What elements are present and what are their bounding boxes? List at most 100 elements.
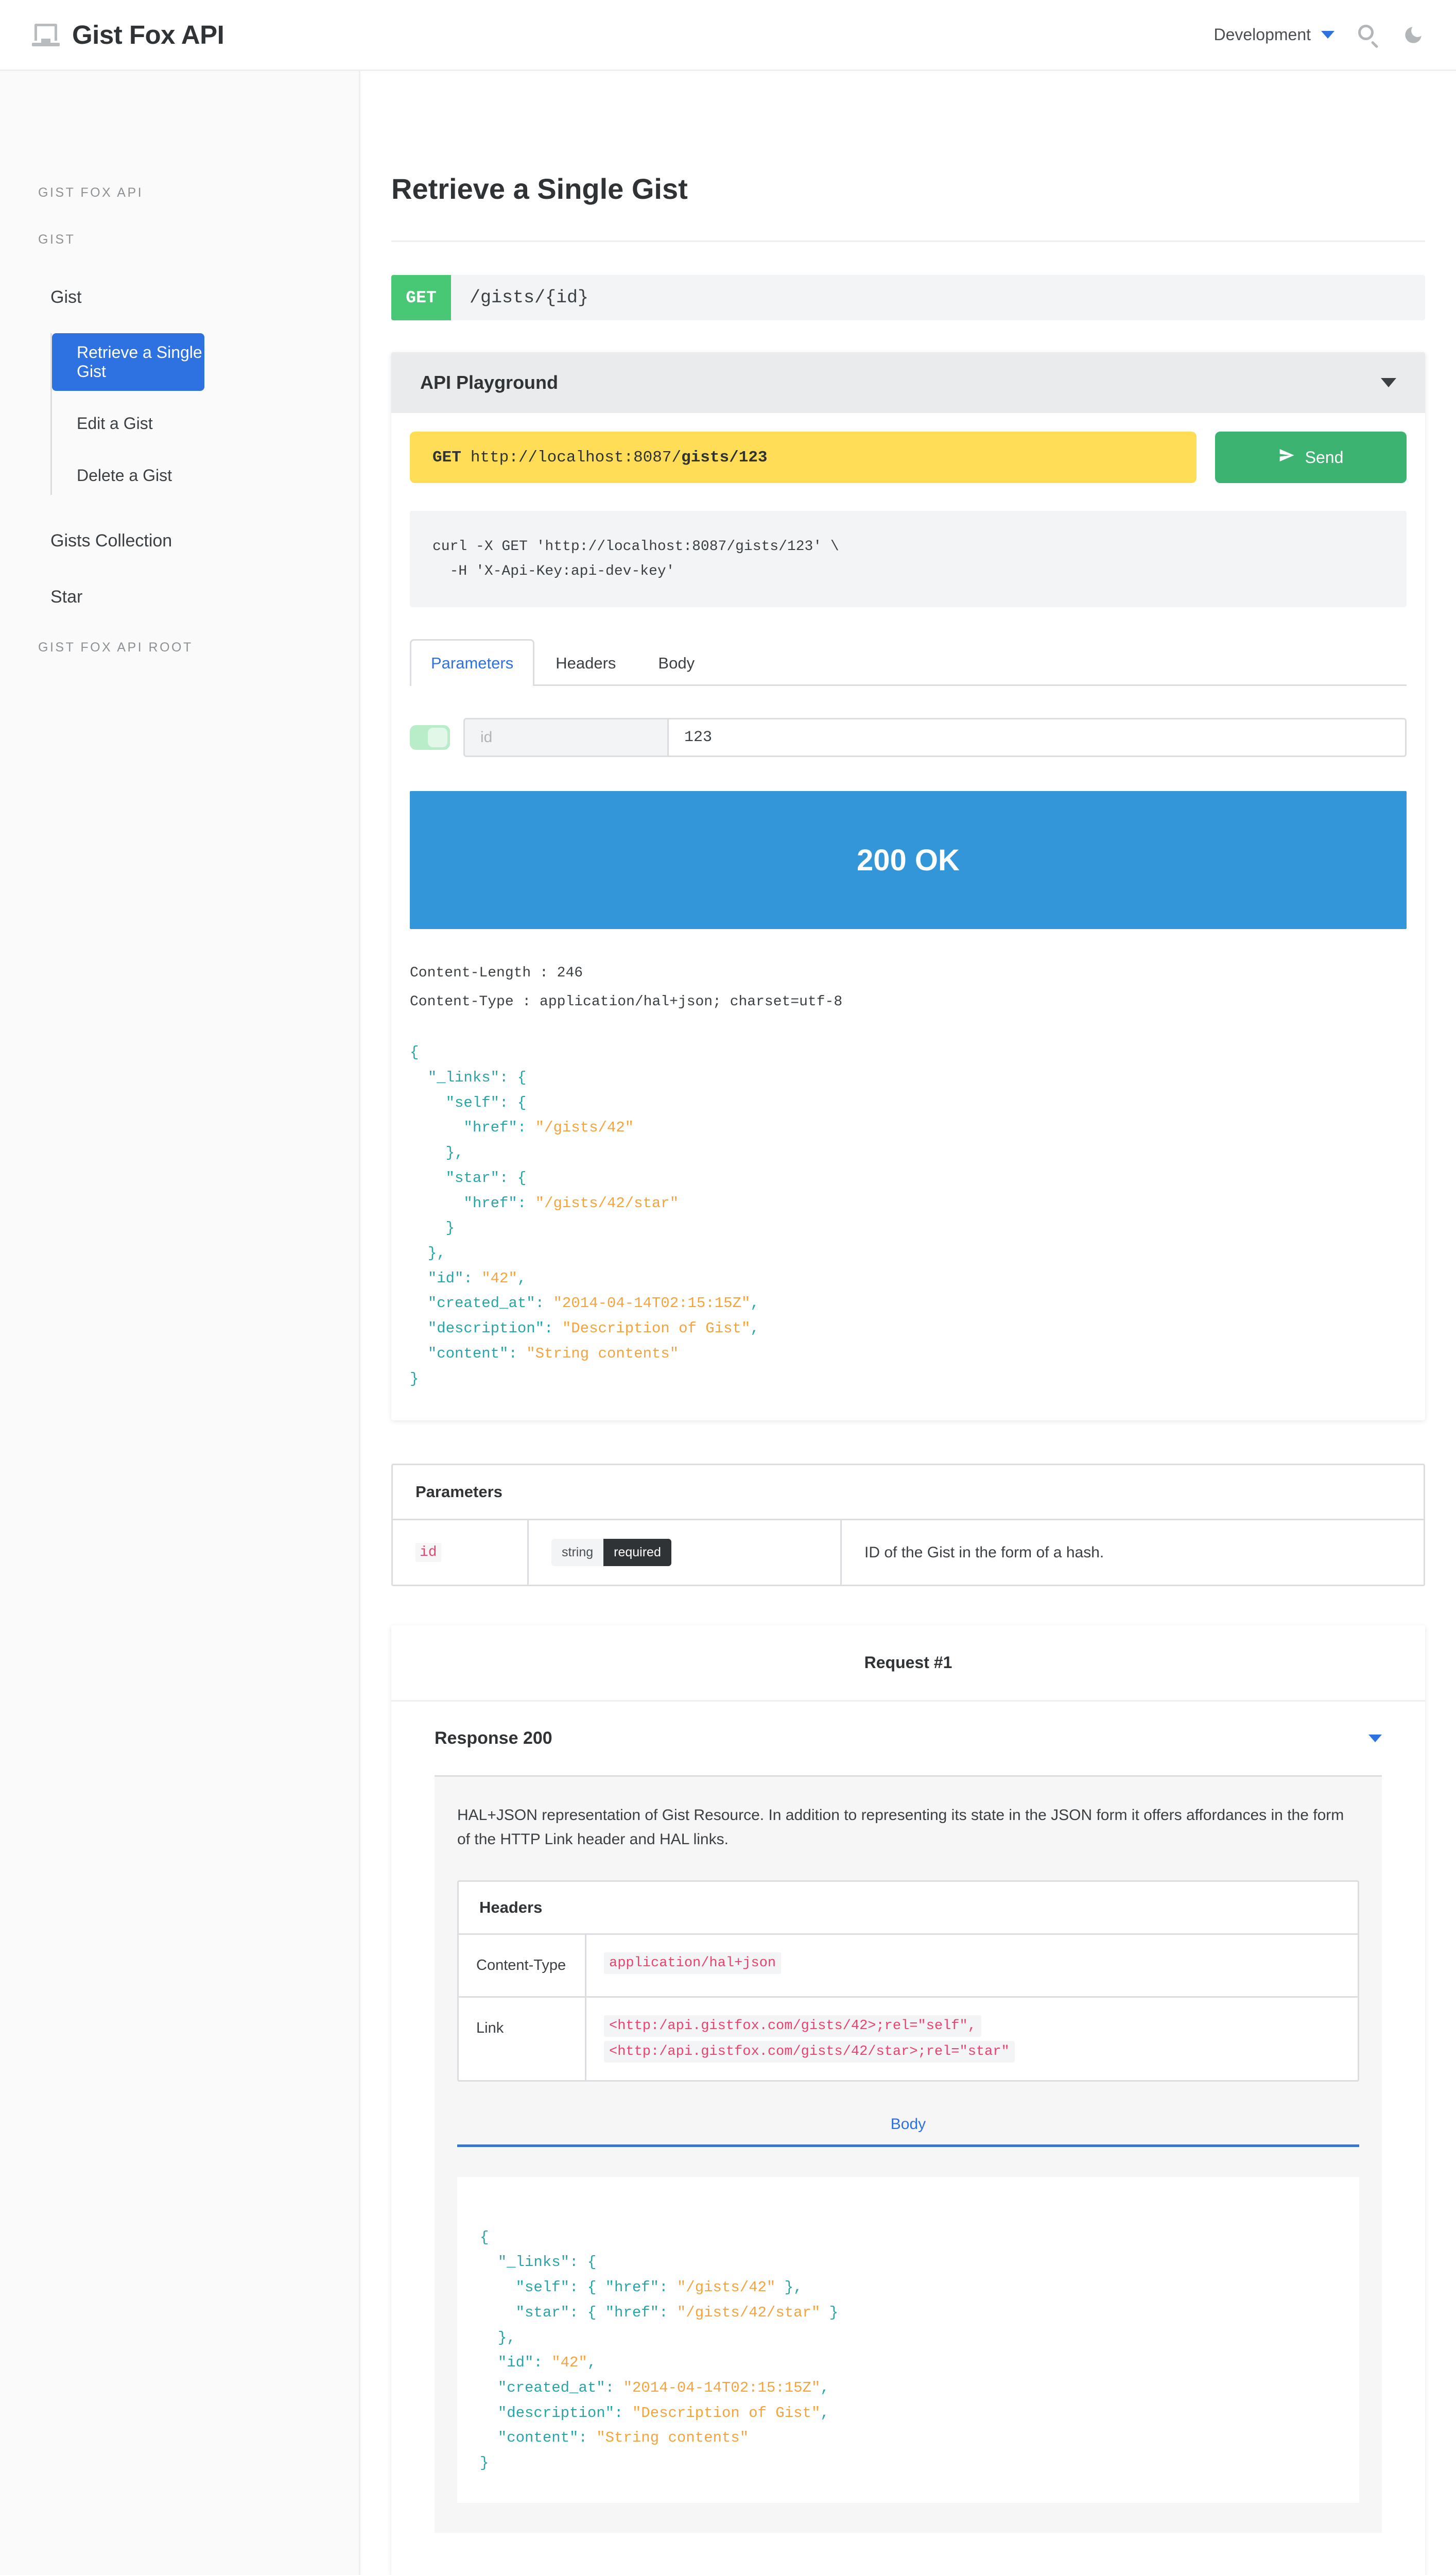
json-line: { bbox=[410, 1040, 1407, 1066]
chevron-down-icon bbox=[1381, 378, 1396, 387]
json-token: } bbox=[480, 2454, 489, 2471]
parameter-tags: string required bbox=[551, 1539, 671, 1566]
curl-snippet: curl -X GET 'http://localhost:8087/gists… bbox=[410, 511, 1407, 607]
json-line: "star": { "href": "/gists/42/star" } bbox=[480, 2301, 1337, 2326]
parameter-name: id bbox=[415, 1543, 441, 1562]
response-header-content-length: Content-Length : 246 bbox=[410, 959, 1407, 988]
request-card: Request #1 Response 200 HAL+JSON represe… bbox=[391, 1625, 1425, 2575]
json-line: } bbox=[410, 1216, 1407, 1241]
tab-parameters[interactable]: Parameters bbox=[410, 639, 534, 686]
main-content: Retrieve a Single Gist GET /gists/{id} A… bbox=[360, 71, 1456, 2575]
sidebar-item-gists-collection[interactable]: Gists Collection bbox=[0, 531, 359, 551]
sidebar: GIST FOX API GIST Gist Retrieve a Single… bbox=[0, 71, 360, 2575]
json-token: "id": bbox=[498, 2354, 551, 2371]
header-value: <http:/api.gistfox.com/gists/42/star>;re… bbox=[604, 2041, 1015, 2063]
json-line: "created_at": "2014-04-14T02:15:15Z", bbox=[480, 2376, 1337, 2401]
sidebar-item-delete-a-gist[interactable]: Delete a Gist bbox=[52, 456, 359, 495]
chevron-down-icon bbox=[1368, 1735, 1382, 1742]
json-line: "self": { bbox=[410, 1091, 1407, 1116]
json-token: "created_at": bbox=[498, 2379, 623, 2396]
table-row: Link <http:/api.gistfox.com/gists/42>;re… bbox=[459, 1998, 1358, 2080]
parameter-fields: id 123 bbox=[463, 718, 1407, 757]
json-token: "description": bbox=[428, 1320, 562, 1337]
json-token: "href": bbox=[463, 1119, 535, 1136]
endpoint-path: /gists/{id} bbox=[451, 275, 588, 320]
json-line: "content": "String contents" bbox=[410, 1342, 1407, 1367]
json-token: }, bbox=[446, 1144, 464, 1161]
response-header[interactable]: Response 200 bbox=[391, 1702, 1425, 1775]
page-title: Retrieve a Single Gist bbox=[391, 172, 1425, 205]
playground-tabs: Parameters Headers Body bbox=[410, 639, 1407, 686]
parameter-type-tag: string bbox=[551, 1539, 603, 1566]
json-token: , bbox=[820, 2405, 829, 2422]
parameter-row: id 123 bbox=[410, 718, 1407, 757]
environment-label: Development bbox=[1214, 25, 1311, 44]
json-line: } bbox=[410, 1367, 1407, 1392]
sidebar-group-gist[interactable]: Gist bbox=[0, 287, 359, 307]
response-headers-card: Headers Content-Type application/hal+jso… bbox=[457, 1880, 1359, 2081]
response-headers-title: Headers bbox=[459, 1882, 1358, 1935]
parameter-key-input[interactable]: id bbox=[465, 719, 669, 756]
parameter-name-cell: id bbox=[393, 1520, 529, 1585]
json-line: "self": { "href": "/gists/42" }, bbox=[480, 2275, 1337, 2301]
json-token: , bbox=[750, 1320, 759, 1337]
table-row: id string required ID of the Gist in the… bbox=[393, 1520, 1424, 1585]
sidebar-sub-list: Retrieve a Single Gist Edit a Gist Delet… bbox=[50, 333, 359, 495]
response-body: HAL+JSON representation of Gist Resource… bbox=[435, 1775, 1382, 2533]
api-playground-card: API Playground GET http://localhost:8087… bbox=[391, 352, 1425, 1420]
tab-headers[interactable]: Headers bbox=[534, 639, 637, 686]
parameters-card: Parameters id string required ID of the … bbox=[391, 1464, 1425, 1586]
environment-selector[interactable]: Development bbox=[1214, 25, 1334, 44]
json-token: }, bbox=[428, 1245, 446, 1262]
request-card-title: Request #1 bbox=[391, 1625, 1425, 1702]
json-token: "/gists/42/star" bbox=[677, 2304, 820, 2321]
send-button[interactable]: Send bbox=[1215, 432, 1407, 483]
api-playground-header[interactable]: API Playground bbox=[391, 352, 1425, 413]
json-token: "/gists/42" bbox=[677, 2279, 775, 2296]
api-playground-title: API Playground bbox=[420, 372, 558, 393]
json-token: "content": bbox=[498, 2429, 596, 2446]
header-name: Link bbox=[459, 1998, 586, 2080]
sidebar-item-edit-a-gist[interactable]: Edit a Gist bbox=[52, 404, 359, 443]
json-token: "_links": { bbox=[498, 2254, 596, 2271]
json-token: "star": { "href": bbox=[516, 2304, 677, 2321]
tab-body[interactable]: Body bbox=[637, 639, 716, 686]
title-divider bbox=[391, 241, 1425, 242]
top-bar: Gist Fox API Development bbox=[0, 0, 1456, 71]
paper-plane-icon bbox=[1278, 447, 1295, 468]
sidebar-item-star[interactable]: Star bbox=[0, 587, 359, 607]
brand-title: Gist Fox API bbox=[72, 20, 224, 50]
response-headers-text: Content-Length : 246 Content-Type : appl… bbox=[410, 959, 1407, 1017]
search-icon[interactable] bbox=[1357, 24, 1380, 46]
parameter-enable-toggle[interactable] bbox=[410, 725, 450, 750]
page-layout: GIST FOX API GIST Gist Retrieve a Single… bbox=[0, 71, 1456, 2575]
json-token: } bbox=[446, 1220, 455, 1237]
json-line: } bbox=[480, 2451, 1337, 2476]
json-token: , bbox=[587, 2354, 596, 2371]
json-token: "star": { bbox=[446, 1170, 527, 1187]
api-playground-body: GET http://localhost:8087/ gists/123 Sen… bbox=[391, 413, 1425, 1420]
sidebar-section-gist: GIST bbox=[0, 232, 359, 247]
json-token: "_links": { bbox=[428, 1069, 526, 1086]
endpoint-method-badge: GET bbox=[391, 275, 451, 320]
moon-icon[interactable] bbox=[1402, 24, 1424, 46]
json-line: "_links": { bbox=[410, 1066, 1407, 1091]
chevron-down-icon bbox=[1321, 31, 1334, 39]
request-url-bar[interactable]: GET http://localhost:8087/ gists/123 bbox=[410, 432, 1197, 483]
header-value: <http:/api.gistfox.com/gists/42>;rel="se… bbox=[604, 2015, 981, 2037]
sidebar-item-retrieve-a-single-gist[interactable]: Retrieve a Single Gist bbox=[52, 333, 204, 391]
json-token: { bbox=[410, 1044, 419, 1061]
json-line: { bbox=[480, 2225, 1337, 2251]
request-url-row: GET http://localhost:8087/ gists/123 Sen… bbox=[410, 432, 1407, 483]
body-divider-label: Body bbox=[891, 2116, 926, 2133]
request-url-host: http://localhost:8087/ bbox=[471, 449, 681, 467]
body-divider: Body bbox=[457, 2116, 1359, 2147]
json-token: "id": bbox=[428, 1270, 481, 1287]
json-line: "id": "42", bbox=[410, 1266, 1407, 1292]
parameter-value-input[interactable]: 123 bbox=[669, 719, 1405, 756]
json-token: "42" bbox=[481, 1270, 517, 1287]
body-divider-line bbox=[457, 2144, 1359, 2147]
json-token: { bbox=[480, 2229, 489, 2246]
response-body-json-box: { "_links": { "self": { "href": "/gists/… bbox=[457, 2177, 1359, 2503]
laptop-icon bbox=[32, 24, 60, 46]
